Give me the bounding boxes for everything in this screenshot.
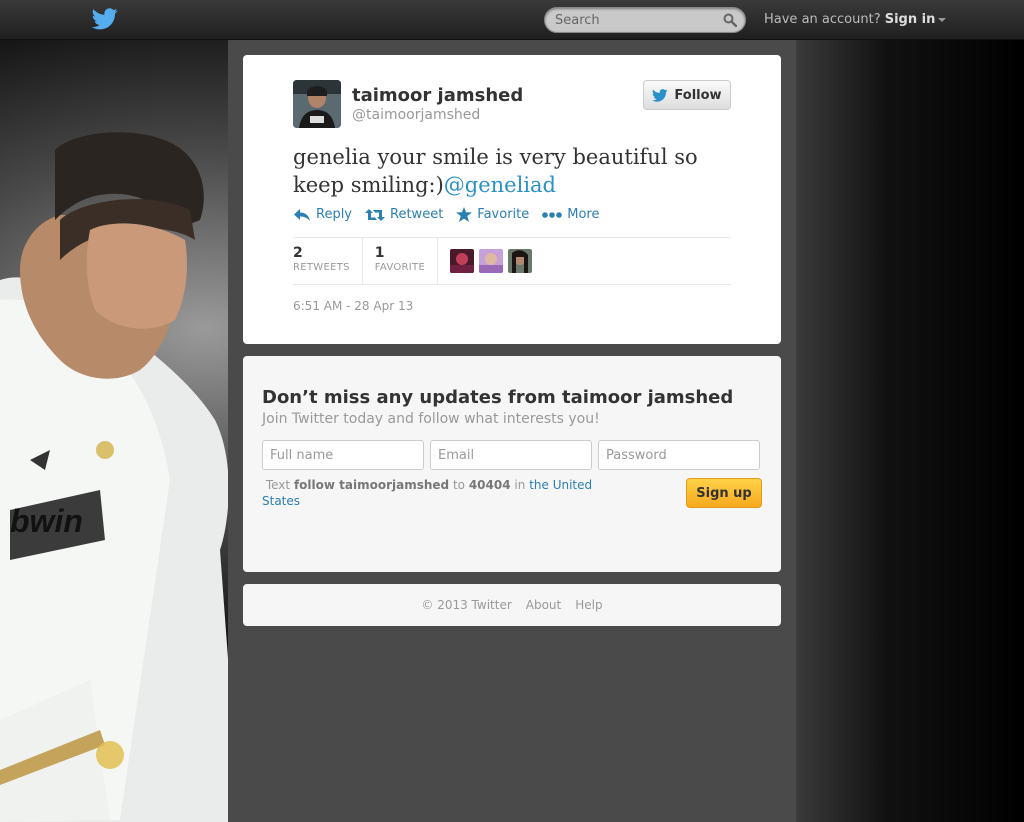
password-field[interactable] [598,440,760,470]
star-icon [456,207,473,222]
favorite-button[interactable]: Favorite [456,207,529,222]
more-button[interactable]: More [542,207,599,222]
tweet-text: genelia your smile is very beautiful so … [293,143,733,199]
more-label: More [567,207,600,222]
sms-text-prefix: Text [265,478,291,492]
signup-title: Don’t miss any updates from taimoor jams… [262,387,734,408]
retweet-icon [365,208,386,221]
author-avatar-image [293,80,341,128]
sms-in: in [514,478,526,492]
have-account-text: Have an account? [764,12,881,27]
retweet-button[interactable]: Retweet [365,207,443,222]
retweet-label: Retweet [390,207,444,222]
retweets-label: RETWEETS [293,262,350,273]
engager-avatar[interactable] [479,249,504,273]
sms-follow-hint: Text follow taimoorjamshed to 40404 in t… [262,477,622,509]
sign-in-link[interactable]: Sign in [885,12,936,27]
svg-text:bwin: bwin [10,503,83,539]
search-icon[interactable] [723,13,737,27]
engager-avatar[interactable] [508,249,533,273]
search-input[interactable] [555,11,715,29]
favorites-stat[interactable]: 1 FAVORITE [374,238,439,284]
tweet-card: taimoor jamshed @taimoorjamshed Follow g… [243,55,781,344]
sign-up-button[interactable]: Sign up [686,478,762,508]
tweet-stats: 2 RETWEETS 1 FAVORITE [293,238,533,284]
footer: © 2013 Twitter About Help [243,584,781,626]
engager-avatar[interactable] [450,249,475,273]
account-prompt: Have an account? Sign in [764,12,947,27]
reply-icon [294,208,310,221]
follow-button[interactable]: Follow [643,80,731,110]
email-field[interactable] [430,440,592,470]
retweets-count: 2 [293,245,303,261]
twitter-bird-logo-icon[interactable] [92,8,118,30]
search-box[interactable] [544,7,746,33]
author-name[interactable]: taimoor jamshed [352,85,523,106]
sms-command: follow taimoorjamshed [293,478,450,492]
signup-subtitle: Join Twitter today and follow what inter… [262,411,600,427]
reply-button[interactable]: Reply [293,207,352,222]
more-dots-icon [542,211,563,218]
help-link[interactable]: Help [575,598,602,612]
copyright-text: © 2013 Twitter [421,598,512,612]
tweet-timestamp[interactable]: 6:51 AM - 28 Apr 13 [293,299,413,313]
favorites-label: FAVORITE [374,262,426,273]
tweet-actions: Reply Retweet Favorite More [293,207,599,222]
top-navigation-bar: Have an account? Sign in [0,0,1024,40]
engager-avatars [450,238,533,284]
retweets-stat[interactable]: 2 RETWEETS [293,238,363,284]
sms-number: 40404 [468,478,511,492]
author-handle[interactable]: @taimoorjamshed [352,107,480,123]
author-avatar[interactable] [293,80,341,128]
favorites-count: 1 [374,245,385,261]
favorite-label: Favorite [477,207,530,222]
full-name-field[interactable] [262,440,424,470]
stats-bottom-divider [293,284,731,285]
twitter-bird-icon [652,88,668,102]
chevron-down-icon[interactable] [938,17,947,22]
sms-to: to [452,478,465,492]
background-right-shade [796,40,1024,822]
signup-card: Don’t miss any updates from taimoor jams… [243,356,781,572]
reply-label: Reply [316,207,353,222]
tweet-mention-link[interactable]: @geneliad [444,173,556,197]
follow-label: Follow [674,87,722,103]
about-link[interactable]: About [526,598,561,612]
background-player-image: bwin [0,132,240,822]
